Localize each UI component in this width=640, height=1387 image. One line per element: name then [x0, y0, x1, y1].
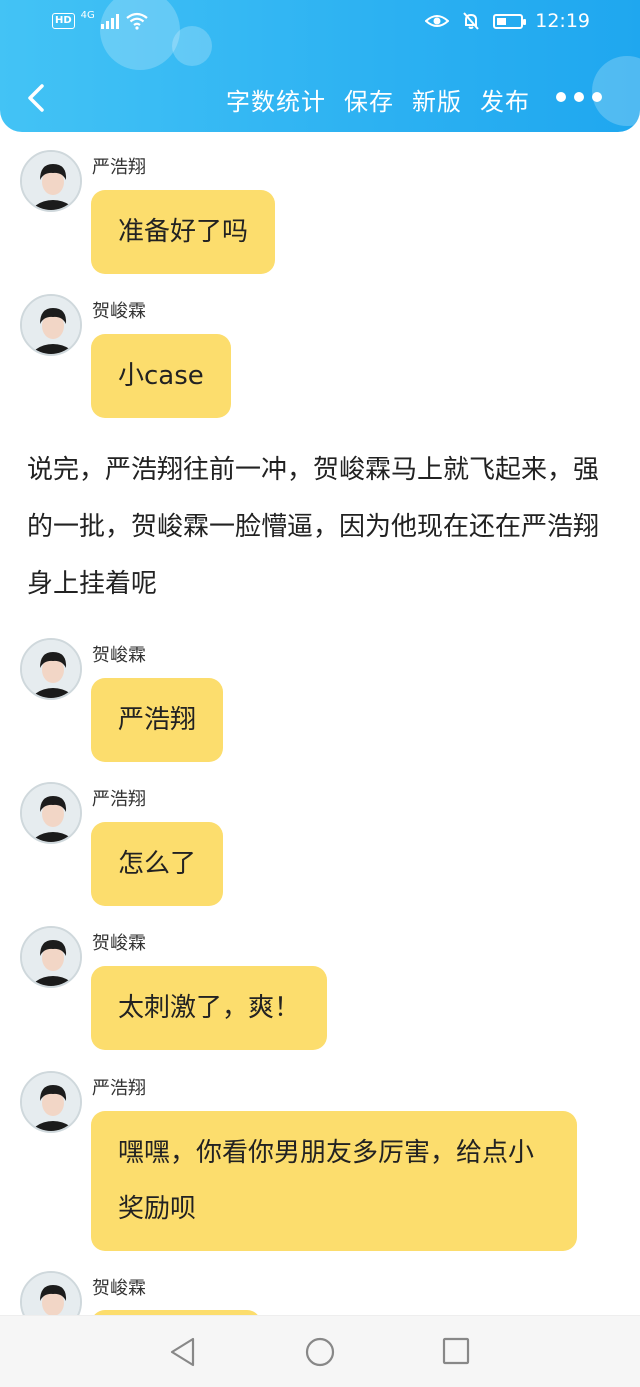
back-arrow-icon[interactable] [22, 78, 52, 118]
sender-name: 贺峻霖 [92, 1278, 146, 1299]
avatar-image [22, 152, 80, 210]
battery-icon [493, 13, 527, 29]
back-triangle-icon[interactable] [168, 1336, 198, 1368]
status-left: HD 4G [52, 9, 149, 30]
avatar[interactable] [20, 926, 82, 988]
sender-name: 贺峻霖 [92, 933, 146, 954]
publish-button[interactable]: 发布 [480, 82, 530, 117]
toolbar-actions: 字数统计 保存 新版 发布 [226, 82, 530, 117]
system-navigation-bar [0, 1315, 640, 1387]
word-count-button[interactable]: 字数统计 [226, 82, 326, 117]
mute-bell-icon [463, 12, 479, 30]
app-header: HD 4G 12:19 字数统计 保存 新版 发布 [0, 0, 640, 132]
message-bubble[interactable]: 怎么了 [91, 822, 224, 906]
avatar-image [22, 928, 80, 986]
eye-icon [425, 15, 450, 27]
narration-text: 说完，严浩翔往前一冲，贺峻霖马上就飞起来，强的一批，贺峻霖一脸懵逼，因为他现在还… [27, 455, 600, 599]
sender-name: 贺峻霖 [92, 645, 146, 666]
status-bar: HD 4G 12:19 [0, 0, 640, 48]
new-version-button[interactable]: 新版 [412, 82, 462, 117]
status-right: 12:19 [425, 10, 590, 32]
sender-name: 严浩翔 [92, 1078, 146, 1099]
signal-icon [100, 13, 119, 29]
avatar-image [22, 1073, 80, 1131]
sender-name: 严浩翔 [92, 157, 146, 178]
avatar[interactable] [20, 150, 82, 212]
network-type: 4G [80, 9, 95, 21]
avatar[interactable] [20, 1071, 82, 1133]
avatar[interactable] [20, 638, 82, 700]
wifi-icon [126, 12, 148, 30]
avatar[interactable] [20, 294, 82, 356]
sender-name: 贺峻霖 [92, 301, 146, 322]
message-bubble[interactable]: 严浩翔 [91, 678, 224, 762]
clock: 12:19 [535, 10, 590, 32]
toolbar: 字数统计 保存 新版 发布 [0, 68, 640, 128]
recents-square-icon[interactable] [441, 1336, 471, 1366]
avatar-image [22, 784, 80, 842]
avatar-image [22, 640, 80, 698]
home-circle-icon[interactable] [304, 1336, 336, 1368]
hd-icon: HD [52, 13, 75, 29]
avatar-image [22, 296, 80, 354]
sender-name: 严浩翔 [92, 789, 146, 810]
message-bubble[interactable]: 小case [91, 334, 231, 418]
avatar[interactable] [20, 782, 82, 844]
message-bubble[interactable]: 准备好了吗 [91, 190, 276, 274]
message-bubble[interactable]: 太刺激了，爽！ [91, 966, 328, 1050]
message-bubble[interactable]: 嘿嘿，你看你男朋友多厉害，给点小奖励呗 [91, 1111, 577, 1251]
save-button[interactable]: 保存 [344, 82, 394, 117]
more-options-icon[interactable] [556, 92, 602, 102]
